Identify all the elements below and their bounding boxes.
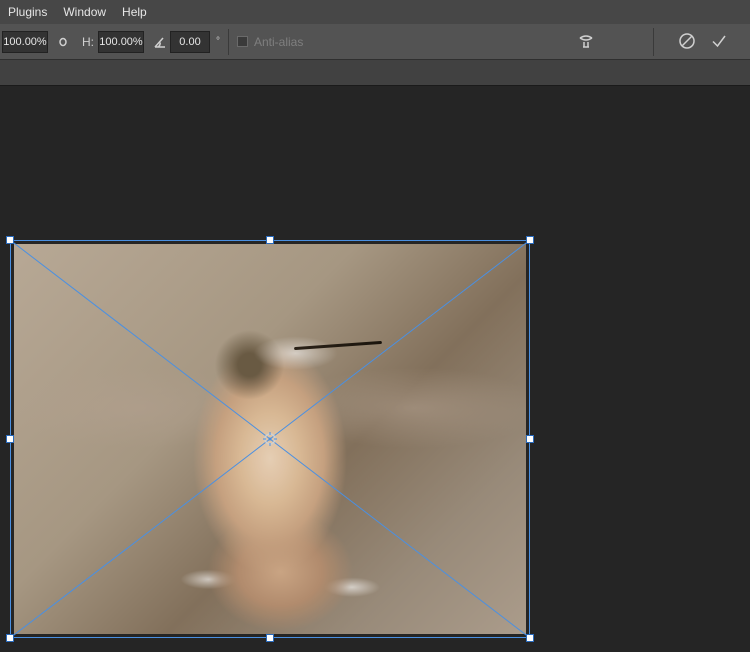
width-field[interactable]: 100.00%: [2, 31, 48, 53]
puppet-warp-icon[interactable]: [572, 30, 600, 54]
secondary-bar: [0, 60, 750, 86]
divider: [653, 28, 654, 56]
angle-field[interactable]: 0.00: [170, 31, 210, 53]
transform-handle-bottom[interactable]: [266, 634, 274, 642]
angle-icon: [150, 32, 170, 52]
link-icon[interactable]: [52, 31, 74, 53]
menu-window[interactable]: Window: [55, 0, 114, 24]
antialias-checkbox[interactable]: [237, 36, 248, 47]
transform-handle-top-left[interactable]: [6, 236, 14, 244]
transform-handle-top[interactable]: [266, 236, 274, 244]
degree-symbol: °: [216, 36, 220, 47]
menu-plugins[interactable]: Plugins: [0, 0, 55, 24]
transform-handle-right[interactable]: [526, 435, 534, 443]
height-field[interactable]: 100.00%: [98, 31, 144, 53]
transform-handle-left[interactable]: [6, 435, 14, 443]
cancel-icon[interactable]: [678, 32, 696, 53]
divider: [228, 29, 229, 55]
document-image[interactable]: [14, 244, 526, 634]
canvas-workspace[interactable]: [0, 86, 750, 652]
photo-content: [14, 244, 526, 634]
transform-handle-bottom-right[interactable]: [526, 634, 534, 642]
menu-bar: Plugins Window Help: [0, 0, 750, 24]
commit-icon[interactable]: [710, 32, 728, 53]
menu-help[interactable]: Help: [114, 0, 155, 24]
transform-options-bar: 100.00% H: 100.00% 0.00 ° Anti-alias: [0, 24, 750, 60]
antialias-label: Anti-alias: [254, 35, 303, 49]
transform-handle-bottom-left[interactable]: [6, 634, 14, 642]
transform-handle-top-right[interactable]: [526, 236, 534, 244]
height-label: H:: [82, 35, 94, 49]
